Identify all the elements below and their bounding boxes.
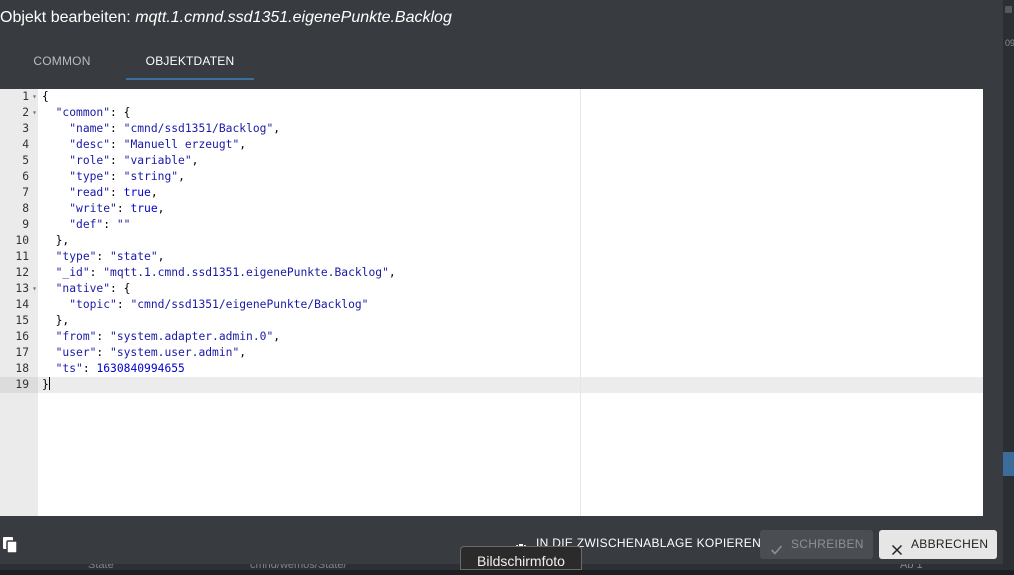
line-number: 4: [22, 138, 29, 151]
editor-lines: 1 ▾{2 ▾ "common": {3 "name": "cmnd/ssd1351…: [0, 89, 983, 393]
screenshot-tooltip: Bildschirmfoto: [460, 546, 582, 570]
background-app-selected-row: [1003, 452, 1014, 476]
dialog-title: Objekt bearbeiten: mqtt.1.cmnd.ssd1351.e…: [0, 8, 452, 28]
code-line: 16 "from": "system.adapter.admin.0",: [0, 329, 983, 345]
cancel-button[interactable]: ABBRECHEN: [879, 530, 997, 559]
background-app-number: 09: [1005, 38, 1014, 48]
code-line: 17 "user": "system.user.admin",: [0, 345, 983, 361]
code-text: "common": {: [55, 106, 131, 119]
line-number: 12: [15, 266, 29, 279]
line-number: 16: [15, 330, 29, 343]
line-number: 13: [15, 282, 29, 295]
background-app-right-edge: 09: [1003, 0, 1014, 570]
save-button[interactable]: SCHREIBEN: [760, 530, 873, 559]
code-text: {: [42, 90, 49, 103]
code-text: "desc": "Manuell erzeugt",: [69, 138, 247, 151]
code-line: 11 "type": "state",: [0, 249, 983, 265]
background-app-icon: [1005, 6, 1012, 13]
dialog-object-id: mqtt.1.cmnd.ssd1351.eigenePunkte.Backlog: [135, 9, 452, 26]
line-number: 15: [15, 314, 29, 327]
line-number: 11: [15, 250, 29, 263]
code-text: "def": "": [69, 218, 131, 231]
line-number: 6: [22, 170, 29, 183]
code-line: 3 "name": "cmnd/ssd1351/Backlog",: [0, 121, 983, 137]
code-line: 9 "def": "": [0, 217, 983, 233]
code-line: 1 ▾ {: [0, 89, 983, 105]
code-line: 5 "role": "variable",: [0, 153, 983, 169]
code-line: 12 "_id": "mqtt.1.cmnd.ssd1351.eigenePun…: [0, 265, 983, 281]
code-line: 6 "type": "string",: [0, 169, 983, 185]
code-text: "write": true,: [69, 202, 165, 215]
code-line: 4 "desc": "Manuell erzeugt",: [0, 137, 983, 153]
line-number: 14: [15, 298, 29, 311]
line-number: 18: [15, 362, 29, 375]
code-line: 14 "topic": "cmnd/ssd1351/eigenePunkte/B…: [0, 297, 983, 313]
line-number: 10: [15, 234, 29, 247]
text-cursor: [48, 377, 50, 390]
code-line: 2 ▾ "common": {: [0, 105, 983, 121]
line-number: 19: [15, 378, 29, 391]
line-number: 2: [22, 106, 29, 119]
code-line: 15 },: [0, 313, 983, 329]
code-text: "read": true,: [69, 186, 158, 199]
code-line: 10 },: [0, 233, 983, 249]
cancel-label: ABBRECHEN: [911, 537, 989, 551]
code-text: "ts": 1630840994655: [55, 362, 185, 375]
line-number: 17: [15, 346, 29, 359]
code-text: "_id": "mqtt.1.cmnd.ssd1351.eigenePunkte…: [55, 266, 396, 279]
code-text: "type": "string",: [69, 170, 185, 183]
code-text: }: [42, 377, 50, 391]
code-text: "name": "cmnd/ssd1351/Backlog",: [69, 122, 281, 135]
code-text: "user": "system.user.admin",: [55, 346, 247, 359]
code-line: 7 "read": true,: [0, 185, 983, 201]
line-number: 7: [22, 186, 29, 199]
tab-common[interactable]: COMMON: [14, 44, 110, 80]
fold-toggle-icon[interactable]: ▾: [31, 89, 38, 105]
line-number: 8: [22, 202, 29, 215]
line-number: 5: [22, 154, 29, 167]
dialog-title-prefix: Objekt bearbeiten:: [0, 9, 136, 26]
json-code-editor[interactable]: 1 ▾{2 ▾ "common": {3 "name": "cmnd/ssd1351…: [0, 89, 983, 516]
tab-objektdaten[interactable]: OBJEKTDATEN: [126, 44, 254, 80]
code-text: "from": "system.adapter.admin.0",: [55, 330, 281, 343]
save-label: SCHREIBEN: [791, 537, 864, 551]
code-line: 8 "write": true,: [0, 201, 983, 217]
code-text: },: [42, 314, 70, 327]
copy-icon[interactable]: [2, 536, 20, 554]
code-text: },: [42, 234, 70, 247]
close-icon: [891, 538, 903, 556]
line-number: 1: [22, 90, 29, 103]
line-number: 3: [22, 122, 29, 135]
edit-object-dialog: Objekt bearbeiten: mqtt.1.cmnd.ssd1351.e…: [0, 0, 1003, 564]
line-number: 9: [22, 218, 29, 231]
code-text: "topic": "cmnd/ssd1351/eigenePunkte/Back…: [69, 298, 369, 311]
code-text: "role": "variable",: [69, 154, 199, 167]
code-line: 19}: [0, 377, 983, 393]
code-line: 18 "ts": 1630840994655: [0, 361, 983, 377]
code-text: "type": "state",: [55, 250, 165, 263]
check-icon: [770, 538, 783, 555]
fold-toggle-icon[interactable]: ▾: [31, 105, 38, 121]
code-line: 13 ▾ "native": {: [0, 281, 983, 297]
code-text: "native": {: [55, 282, 131, 295]
fold-toggle-icon[interactable]: ▾: [31, 281, 38, 297]
